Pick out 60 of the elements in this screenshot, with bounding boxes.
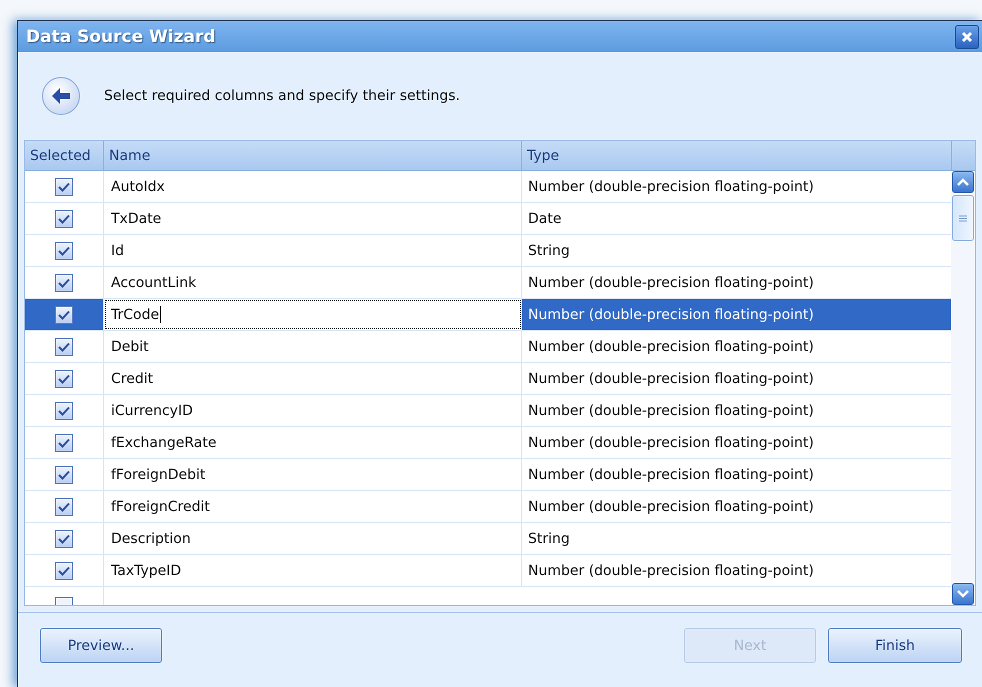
check-icon	[58, 278, 70, 288]
window-title: Data Source Wizard	[26, 26, 216, 46]
checkbox[interactable]	[55, 402, 73, 420]
grid-row[interactable]: TrCode Number (double-precision floating-point)	[25, 299, 951, 331]
grid-row[interactable]: TaxTypeID Number (double-precision floating-point)	[25, 555, 951, 587]
column-header[interactable]: Selected	[25, 141, 104, 170]
checkbox[interactable]	[55, 562, 73, 580]
check-icon	[58, 310, 70, 320]
checkbox[interactable]	[55, 210, 73, 228]
column-header[interactable]: Name	[104, 141, 522, 170]
scroll-thumb[interactable]	[952, 195, 974, 241]
checkbox[interactable]	[55, 434, 73, 452]
name-input-field[interactable]: TrCode	[104, 299, 522, 330]
check-icon	[58, 534, 70, 544]
chevron-up-icon	[957, 178, 969, 186]
grid-row[interactable]: Description String	[25, 523, 951, 555]
wizard-button[interactable]: Finish	[828, 628, 962, 663]
check-icon	[58, 438, 70, 448]
check-icon	[58, 566, 70, 576]
checkbox[interactable]	[55, 178, 73, 196]
grid-row[interactable]: fForeignCredit Number (double-precision floating-point)	[25, 491, 951, 523]
check-icon	[58, 182, 70, 192]
grid-row[interactable]: AutoIdx Number (double-precision floating-point)	[25, 171, 951, 203]
grid-row[interactable]: AccountLink Number (double-precision floating-point)	[25, 267, 951, 299]
checkbox[interactable]	[55, 338, 73, 356]
grid-row[interactable]: TxDate Date	[25, 203, 951, 235]
grid-row[interactable]: Debit Number (double-precision floating-point)	[25, 331, 951, 363]
checkbox[interactable]	[55, 597, 73, 605]
scroll-down-button[interactable]	[952, 583, 974, 605]
instruction-text: Select required columns and specify their settings.	[104, 88, 460, 104]
check-icon	[58, 406, 70, 416]
checkbox[interactable]	[55, 242, 73, 260]
grid-row[interactable]: Credit Number (double-precision floating-point)	[25, 363, 951, 395]
wizard-button[interactable]: Preview...	[40, 628, 162, 663]
grid-row[interactable]: fExchangeRate Number (double-precision floating-point)	[25, 427, 951, 459]
scroll-up-button[interactable]	[952, 171, 974, 193]
chevron-down-icon	[957, 590, 969, 598]
checkbox[interactable]	[55, 274, 73, 292]
checkbox[interactable]	[55, 530, 73, 548]
checkbox[interactable]	[55, 466, 73, 484]
close-icon	[961, 30, 973, 42]
checkbox[interactable]	[55, 306, 73, 324]
scrollbar[interactable]	[951, 171, 975, 605]
grip-icon	[959, 214, 967, 222]
check-icon	[58, 342, 70, 352]
check-icon	[58, 470, 70, 480]
check-icon	[58, 246, 70, 256]
checkbox[interactable]	[55, 370, 73, 388]
grid-row[interactable]: iCurrencyID Number (double-precision floating-point)	[25, 395, 951, 427]
column-header[interactable]: Type	[522, 141, 952, 170]
arrow-left-icon	[51, 87, 71, 105]
grid-row[interactable]: Id String	[25, 235, 951, 267]
check-icon	[58, 374, 70, 384]
check-icon	[58, 214, 70, 224]
checkbox[interactable]	[55, 498, 73, 516]
close-button[interactable]	[955, 24, 979, 48]
type-cell: Number (double-precision floating-point)	[522, 299, 951, 330]
grid-row[interactable]: fForeignDebit Number (double-precision floating-point)	[25, 459, 951, 491]
back-button[interactable]	[42, 77, 80, 115]
check-icon	[58, 502, 70, 512]
